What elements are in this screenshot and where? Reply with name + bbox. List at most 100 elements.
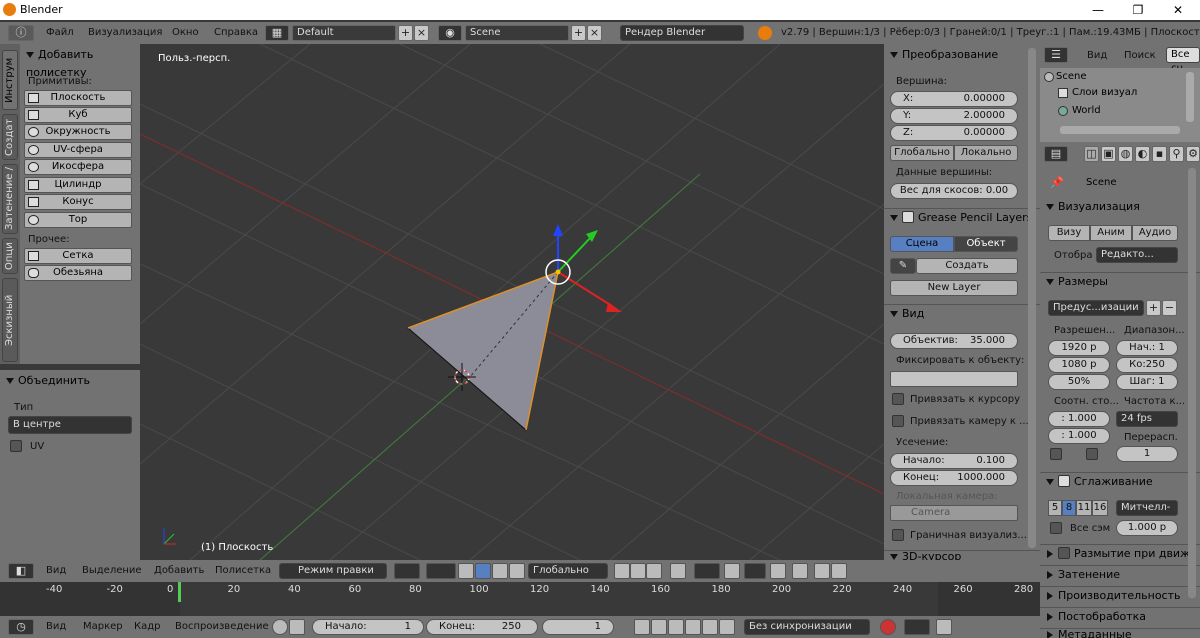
render-border-checkbox[interactable] (892, 529, 904, 541)
y-manipulator-axis[interactable] (557, 235, 593, 273)
editor-type-info-icon[interactable]: ⓘ (8, 25, 34, 41)
outliner-world-item[interactable]: World (1072, 105, 1101, 116)
render-animation-button[interactable]: Аним (1090, 225, 1132, 241)
pencil-icon[interactable]: ✎ (890, 258, 916, 274)
pin-icon[interactable]: 📌 (1050, 176, 1064, 189)
aspect-y-field[interactable]: : 1.000 (1048, 428, 1110, 444)
render-layers-tab-icon[interactable]: ▣ (1101, 146, 1116, 162)
outliner-editor-icon[interactable]: ☰ (1044, 47, 1068, 63)
3d-menu-select[interactable]: Выделение (82, 565, 142, 576)
scene-add-icon[interactable]: + (571, 25, 586, 41)
tab-shading[interactable]: Затенение / (2, 164, 18, 234)
auto-keying-icon[interactable] (880, 619, 896, 635)
render-audio-button[interactable]: Аудио (1132, 225, 1178, 241)
world-tab-icon[interactable]: ◐ (1135, 146, 1150, 162)
play-icon[interactable] (685, 619, 701, 635)
close-button[interactable]: ✕ (1158, 1, 1198, 19)
shading-panel-header[interactable]: Затенение (1040, 565, 1200, 583)
screen-layout-field[interactable]: Default (292, 25, 396, 41)
jump-end-icon[interactable] (719, 619, 735, 635)
keyframe-insert-icon[interactable] (936, 619, 952, 635)
z-arrow-icon[interactable] (553, 224, 563, 236)
frame-end-field[interactable]: Ко:250 (1116, 357, 1178, 373)
prev-keyframe-icon[interactable] (651, 619, 667, 635)
motion-blur-panel-header[interactable]: Размытие при движ (1040, 544, 1200, 562)
current-frame-field[interactable]: 1 (542, 619, 614, 635)
properties-scrollbar[interactable] (1188, 168, 1196, 598)
outliner-v-scrollbar[interactable] (1186, 72, 1194, 122)
add-plane-button[interactable]: Плоскость (24, 90, 132, 106)
3d-viewport[interactable]: Польз.-персп. (1) Плоскость (140, 44, 884, 560)
sync-dropdown[interactable]: Без синхронизации (744, 619, 870, 635)
scene-field[interactable]: Scene (465, 25, 569, 41)
selected-vertex[interactable] (555, 269, 561, 275)
menu-file[interactable]: Файл (46, 27, 74, 38)
3d-menu-add[interactable]: Добавить (154, 565, 204, 576)
add-mesh-panel-header[interactable]: Добавить полисетку (20, 46, 140, 79)
limit-selection-icon[interactable] (670, 563, 686, 579)
operator-panel-header[interactable]: Объединить (0, 372, 140, 390)
timeline-menu-frame[interactable]: Кадр (134, 621, 161, 632)
cursor-panel-header[interactable]: 3D-курсор (884, 550, 1040, 560)
scene-remove-icon[interactable]: × (587, 25, 602, 41)
edge-select-icon[interactable] (630, 563, 646, 579)
outliner-render-layers-item[interactable]: Слои визуал (1072, 87, 1137, 98)
opengl-render-icon[interactable] (792, 563, 808, 579)
tab-options[interactable]: Опци (2, 238, 18, 274)
crop-checkbox[interactable] (1086, 448, 1098, 460)
merge-type-dropdown[interactable]: В центре (8, 416, 132, 434)
lock-object-field[interactable] (890, 371, 1018, 387)
local-toggle[interactable]: Локально (954, 145, 1018, 161)
clip-start-field[interactable]: Начало: 0.100 (890, 453, 1018, 469)
outliner-view-menu[interactable]: Вид (1087, 50, 1107, 61)
remap-field[interactable]: 1 (1116, 446, 1178, 462)
filter-size-field[interactable]: 1.000 p (1116, 520, 1178, 536)
viewport-canvas[interactable] (140, 44, 884, 560)
timeline-menu-playback[interactable]: Воспроизведение (175, 621, 269, 632)
resolution-percent-field[interactable]: 50% (1048, 374, 1110, 390)
tab-tools[interactable]: Инструм (2, 50, 18, 110)
tab-create[interactable]: Создат (2, 114, 18, 160)
render-panel-header[interactable]: Визуализация (1040, 198, 1200, 216)
dimensions-panel-header[interactable]: Размеры (1040, 272, 1200, 290)
full-sample-checkbox[interactable] (1050, 522, 1062, 534)
3d-editor-type-icon[interactable]: ◧ (8, 563, 34, 579)
create-button[interactable]: Создать (916, 258, 1018, 274)
presets-dropdown[interactable]: Предус...изации (1048, 300, 1144, 316)
mode-dropdown[interactable]: Режим правки (279, 563, 387, 579)
add-cone-button[interactable]: Конус (24, 194, 132, 210)
snap-element-icon[interactable] (744, 563, 766, 579)
scene-icon[interactable]: ◉ (438, 25, 462, 41)
tab-grease-pencil[interactable]: Эскизный каранд (2, 278, 29, 362)
transform-panel-header[interactable]: Преобразование (884, 46, 1040, 64)
face-select-icon[interactable] (646, 563, 662, 579)
antialiasing-checkbox[interactable] (1058, 475, 1070, 487)
translate-manipulator-icon[interactable] (475, 563, 491, 579)
new-layer-button[interactable]: New Layer (890, 280, 1018, 296)
3d-menu-mesh[interactable]: Полисетка (215, 565, 271, 576)
lock-camera-checkbox[interactable] (892, 415, 904, 427)
x-arrow-icon[interactable] (606, 302, 622, 312)
resolution-y-field[interactable]: 1080 p (1048, 357, 1110, 373)
snap-target-icon[interactable] (770, 563, 786, 579)
motion-blur-checkbox[interactable] (1058, 547, 1070, 559)
scale-manipulator-icon[interactable] (509, 563, 525, 579)
aspect-x-field[interactable]: : 1.000 (1048, 411, 1110, 427)
timeline-editor-icon[interactable]: ◷ (8, 619, 34, 635)
frame-step-field[interactable]: Шаг: 1 (1116, 374, 1178, 390)
add-uvsphere-button[interactable]: UV-сфера (24, 142, 132, 158)
play-reverse-icon[interactable] (668, 619, 684, 635)
lock-icon[interactable] (289, 619, 305, 635)
global-toggle[interactable]: Глобально (890, 145, 954, 161)
menu-help[interactable]: Справка (214, 27, 258, 38)
outliner-h-scrollbar[interactable] (1060, 126, 1180, 134)
plane-face[interactable] (407, 271, 559, 431)
current-frame-marker[interactable] (178, 582, 181, 602)
aa-filter-dropdown[interactable]: Митчелл- (1116, 500, 1178, 516)
resolution-x-field[interactable]: 1920 p (1048, 340, 1110, 356)
aa-samples-16[interactable]: 16 (1092, 500, 1108, 516)
snap-toggle-icon[interactable] (724, 563, 740, 579)
start-frame-field[interactable]: Начало: 1 (312, 619, 424, 635)
aa-samples-11[interactable]: 11 (1076, 500, 1092, 516)
layout-remove-icon[interactable]: × (414, 25, 429, 41)
